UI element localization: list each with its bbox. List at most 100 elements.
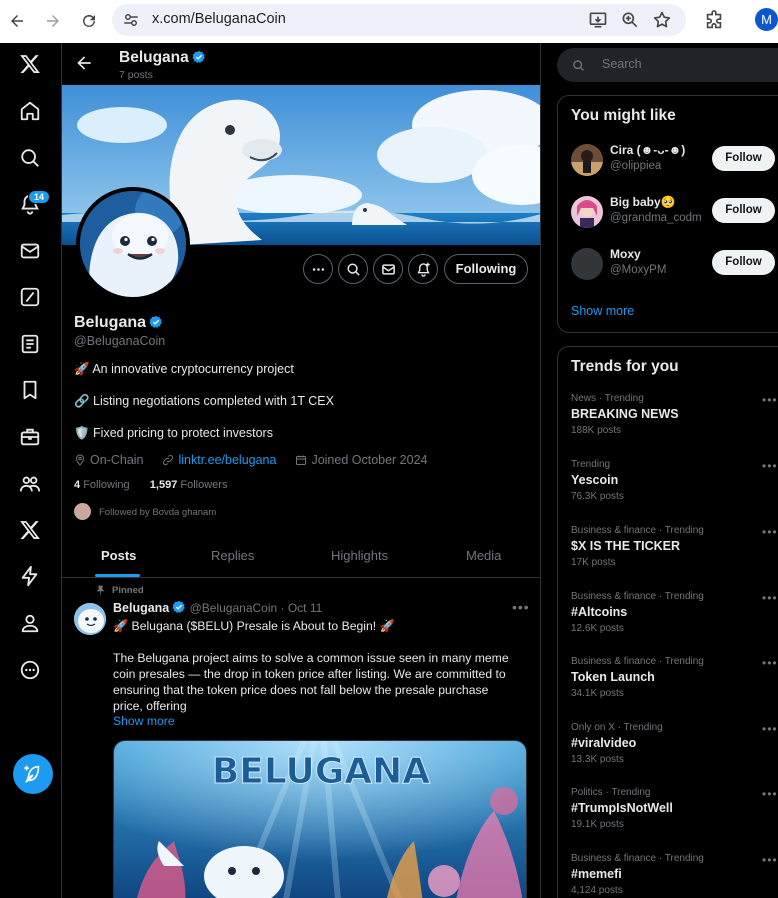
post-more-options-icon[interactable]: ••• — [512, 599, 530, 615]
back-arrow-icon[interactable] — [74, 53, 94, 73]
trend-item[interactable]: Only on X · Trending #viralvideo 13.3K p… — [571, 722, 778, 765]
follow-button[interactable]: Follow — [712, 250, 775, 275]
trend-more-icon[interactable]: ••• — [762, 722, 778, 736]
trend-item[interactable]: News · Trending BREAKING NEWS 188K posts… — [571, 393, 778, 436]
trend-item[interactable]: Business & finance · Trending $X IS THE … — [571, 525, 778, 568]
suggestion-avatar — [571, 144, 603, 176]
bookmark-star-icon[interactable] — [652, 10, 672, 30]
suggestion-handle: @olippiea — [610, 160, 662, 172]
tab-replies[interactable]: Replies — [211, 548, 254, 563]
more-options-button[interactable] — [303, 254, 333, 284]
jobs-briefcase-icon[interactable] — [19, 426, 47, 454]
trend-more-icon[interactable]: ••• — [762, 591, 778, 605]
trend-more-icon[interactable]: ••• — [762, 853, 778, 867]
browser-profile-avatar[interactable]: M — [755, 8, 778, 31]
url-text[interactable]: x.com/BeluganaCoin — [152, 11, 286, 27]
communities-icon[interactable] — [19, 473, 47, 501]
trend-item[interactable]: Trending Yescoin 76.3K posts ••• — [571, 459, 778, 502]
search-input[interactable]: Search — [557, 48, 778, 82]
search-placeholder: Search — [602, 57, 642, 71]
search-icon — [347, 263, 360, 276]
trend-item[interactable]: Politics · Trending #TrumpIsNotWell 19.1… — [571, 787, 778, 830]
location-pin-icon — [75, 454, 85, 466]
following-button[interactable]: Following — [444, 254, 528, 284]
trend-more-icon[interactable]: ••• — [762, 787, 778, 801]
profile-tabs: Posts Replies Highlights Media — [62, 536, 540, 578]
tab-highlights[interactable]: Highlights — [331, 548, 388, 563]
post-body-line: price, offering — [113, 699, 187, 713]
install-app-icon[interactable] — [588, 10, 608, 30]
trend-post-count: 17K posts — [571, 557, 616, 568]
address-bar[interactable]: x.com/BeluganaCoin — [112, 4, 686, 36]
grok-icon[interactable] — [19, 286, 47, 314]
notify-button[interactable] — [408, 254, 438, 284]
trend-more-icon[interactable]: ••• — [762, 525, 778, 539]
site-settings-icon[interactable] — [122, 11, 140, 29]
post-handle-date[interactable]: @BeluganaCoin · Oct 11 — [190, 601, 323, 615]
verified-badge-icon — [172, 600, 186, 613]
trend-post-count: 34.1K posts — [571, 688, 624, 699]
message-button[interactable] — [373, 254, 403, 284]
browser-toolbar: x.com/BeluganaCoin M — [0, 0, 778, 43]
trend-more-icon[interactable]: ••• — [762, 459, 778, 473]
suggestion-avatar — [571, 196, 603, 228]
trend-item[interactable]: Business & finance · Trending #memefi 4,… — [571, 853, 778, 896]
more-circle-icon[interactable] — [19, 659, 47, 687]
bio-line-1: 🚀 An innovative cryptocurrency project — [74, 362, 294, 376]
post-body-line: The Belugana project aims to solve a com… — [113, 651, 509, 665]
post-media-image[interactable]: BELUGANA — [113, 740, 527, 898]
trend-item[interactable]: Business & finance · Trending #Altcoins … — [571, 591, 778, 634]
post-author-avatar[interactable] — [74, 603, 106, 635]
left-navigation: 14 — [0, 43, 62, 898]
suggestion-item[interactable]: Big baby🥺 @grandma_codm Follow — [571, 192, 778, 232]
suggestion-avatar — [571, 248, 603, 280]
profile-person-icon[interactable] — [19, 612, 47, 640]
trend-category: Trending — [571, 459, 611, 470]
home-icon[interactable] — [19, 100, 47, 128]
explore-search-icon[interactable] — [19, 147, 47, 175]
reload-icon[interactable] — [77, 9, 101, 33]
suggestion-name: Cira (☻-ᴗ-☻) — [610, 143, 686, 157]
tab-posts[interactable]: Posts — [101, 548, 136, 563]
trend-item[interactable]: Business & finance · Trending Token Laun… — [571, 656, 778, 699]
premium-x-icon[interactable] — [19, 519, 47, 547]
bookmarks-icon[interactable] — [19, 379, 47, 407]
follow-button[interactable]: Follow — [712, 198, 775, 223]
tab-media[interactable]: Media — [466, 548, 501, 563]
x-logo-icon[interactable] — [19, 53, 47, 81]
trend-more-icon[interactable]: ••• — [762, 393, 778, 407]
trend-category: News · Trending — [571, 393, 644, 404]
followed-by[interactable]: Followed by Bovda ghanam — [74, 503, 216, 520]
profile-avatar[interactable] — [76, 187, 190, 301]
pinned-label: Pinned — [112, 585, 144, 596]
profile-link[interactable]: linktr.ee/belugana — [178, 453, 276, 467]
trend-more-icon[interactable]: ••• — [762, 656, 778, 670]
back-arrow-icon[interactable] — [5, 9, 29, 33]
forward-arrow-icon[interactable] — [41, 9, 65, 33]
verified-badge-icon — [149, 315, 162, 328]
notification-count-badge: 14 — [28, 190, 51, 204]
messages-icon[interactable] — [19, 240, 47, 268]
suggestion-name: Big baby🥺 — [610, 195, 676, 209]
follower-avatar — [74, 503, 91, 520]
lists-icon[interactable] — [19, 333, 47, 361]
search-profile-button[interactable] — [338, 254, 368, 284]
trend-title: #Altcoins — [571, 605, 628, 619]
following-stat[interactable]: 4 Following — [74, 479, 130, 491]
follow-button[interactable]: Follow — [712, 146, 775, 171]
post-author-name[interactable]: Belugana — [113, 601, 169, 615]
active-tab-indicator — [95, 574, 140, 577]
followers-stat[interactable]: 1,597 Followers — [150, 479, 228, 491]
verified-orgs-lightning-icon[interactable] — [19, 565, 47, 593]
post-body-line: ensuring that the token price does not f… — [113, 683, 489, 697]
compose-post-button[interactable] — [13, 754, 53, 794]
suggestions-show-more-link[interactable]: Show more — [571, 304, 634, 318]
trends-title: Trends for you — [571, 358, 679, 375]
post-title: 🚀 Belugana ($BELU) Presale is About to B… — [113, 619, 395, 633]
suggestion-item[interactable]: Moxy @MoxyPM Follow — [571, 244, 778, 284]
profile-main-column: Belugana 7 posts Following Belugana @Bel… — [62, 43, 541, 898]
extensions-icon[interactable] — [703, 10, 725, 32]
post-show-more-link[interactable]: Show more — [113, 714, 175, 728]
zoom-icon[interactable] — [620, 10, 640, 30]
suggestion-item[interactable]: Cira (☻-ᴗ-☻) @olippiea Follow — [571, 140, 778, 180]
